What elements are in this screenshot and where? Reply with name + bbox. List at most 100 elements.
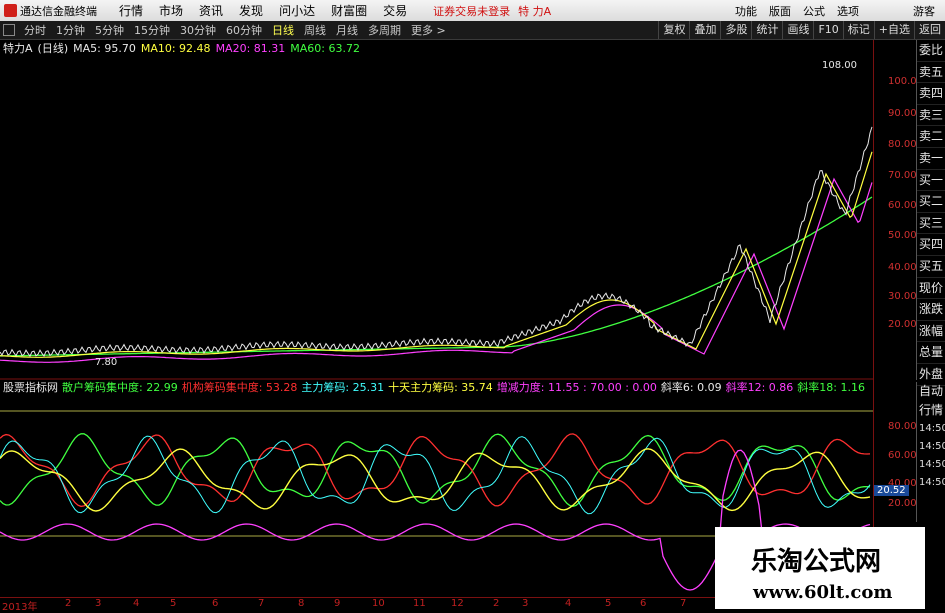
period-5min[interactable]: 5分钟 (90, 22, 129, 38)
period-daily[interactable]: 日线 (267, 22, 299, 38)
ind-slope6: 斜率6: 0.09 (660, 381, 722, 394)
guest-label[interactable]: 游客 (913, 3, 935, 19)
ind-institution: 机构筹码集中度: 53.28 (181, 381, 298, 394)
axis-label: 30.00 (888, 291, 917, 302)
menu-quotes[interactable]: 行情 (111, 2, 151, 19)
auto-label[interactable]: 自动 (917, 382, 945, 401)
ma5-line (0, 126, 873, 358)
menu-function[interactable]: 功能 (729, 3, 763, 19)
side-item: 卖五 (917, 62, 945, 84)
retail-line (0, 433, 871, 507)
mark-button[interactable]: 标记 (842, 21, 874, 39)
watermark-url: www.60lt.com (753, 582, 893, 603)
period-monthly[interactable]: 月线 (331, 22, 363, 38)
ind-force: 增减力度: 11.55 : 70.00 : 0.00 (496, 381, 657, 394)
time-tick: 3 (95, 598, 102, 609)
time-tick: 8 (298, 598, 305, 609)
statistics-button[interactable]: 统计 (751, 21, 782, 39)
menu-layout[interactable]: 版面 (763, 3, 797, 19)
period-weekly[interactable]: 周线 (299, 22, 331, 38)
time-tick: 9 (334, 598, 341, 609)
menu-wealth[interactable]: 财富圈 (323, 2, 375, 19)
time-tick: 5 (605, 598, 612, 609)
time-tick: 11 (413, 598, 426, 609)
time-entry: 14:50 (919, 423, 945, 434)
low-price-label: 7.80 (95, 357, 117, 368)
side-item: 卖三 (917, 105, 945, 127)
side-item: 卖一 (917, 148, 945, 170)
back-button[interactable]: 返回 (914, 21, 945, 39)
quote-side-panel: 委比 卖五 卖四 卖三 卖二 卖一 买一 买二 买三 买四 买五 现价 涨跌 涨… (916, 40, 945, 386)
add-watchlist-button[interactable]: +自选 (873, 21, 914, 39)
app-logo-icon (4, 4, 17, 17)
ma20-line (0, 177, 873, 363)
login-warning[interactable]: 证券交易未登录 (433, 3, 510, 19)
side-item: 涨跌 (917, 299, 945, 321)
ind-axis-label: 80.00 (888, 421, 917, 432)
time-tick: 7 (680, 598, 687, 609)
time-tick: 10 (372, 598, 385, 609)
main-menu: 行情 市场 资讯 发现 问小达 财富圈 交易 (111, 2, 415, 19)
time-tick: 4 (565, 598, 572, 609)
time-tick: 12 (451, 598, 464, 609)
period-60min[interactable]: 60分钟 (221, 22, 267, 38)
period-15min[interactable]: 15分钟 (129, 22, 175, 38)
axis-label: 50.00 (888, 230, 917, 241)
axis-label: 70.00 (888, 170, 917, 181)
toggle-box-icon[interactable] (3, 24, 15, 36)
quote-label: 行情 (919, 403, 944, 417)
time-tick: 7 (258, 598, 265, 609)
app-title: 通达信金融终端 (20, 4, 97, 18)
auto-quote-panel: 自动 行情 14:50 14:50 14:50 14:50 (916, 382, 945, 522)
restore-rights-button[interactable]: 复权 (658, 21, 689, 39)
time-tick: 2013年 (2, 602, 38, 613)
price-axis: 100.0 90.00 80.00 70.00 60.00 50.00 40.0… (873, 40, 917, 598)
side-item: 买五 (917, 256, 945, 278)
period-1min[interactable]: 1分钟 (51, 22, 90, 38)
time-entry: 14:50 (919, 477, 945, 488)
side-item: 总量 (917, 342, 945, 364)
time-tick: 5 (170, 598, 177, 609)
side-item: 买三 (917, 213, 945, 235)
axis-label: 100.0 (888, 76, 917, 87)
current-value-badge: 20.52 (874, 485, 909, 496)
kline-chart[interactable]: 108.00 7.80 (0, 40, 873, 598)
ind-slope18: 斜率18: 1.16 (797, 381, 865, 394)
indicator-name[interactable]: 股票指标网 (3, 379, 58, 395)
time-tick: 2 (493, 598, 500, 609)
axis-label: 40.00 (888, 262, 917, 273)
side-item: 现价 (917, 278, 945, 300)
time-tick: 4 (133, 598, 140, 609)
watermark-title: 乐淘公式网 (751, 547, 882, 577)
period-tick[interactable]: 分时 (19, 22, 51, 38)
toolbar-right-buttons: 复权 叠加 多股 统计 画线 F10 标记 +自选 返回 (658, 21, 945, 39)
side-item: 涨幅 (917, 321, 945, 343)
menu-trade[interactable]: 交易 (375, 2, 415, 19)
institution-line (0, 433, 871, 508)
period-toolbar: 分时 1分钟 5分钟 15分钟 30分钟 60分钟 日线 周线 月线 多周期 更… (0, 21, 945, 40)
ind-main: 主力筹码: 25.31 (301, 381, 385, 394)
menu-formula[interactable]: 公式 (797, 3, 831, 19)
ind-axis-label: 60.00 (888, 450, 917, 461)
menu-news[interactable]: 资讯 (191, 2, 231, 19)
main-chip-line (0, 435, 871, 515)
side-item: 买二 (917, 191, 945, 213)
indicator-header: 股票指标网 散户筹码集中度: 22.99 机构筹码集中度: 53.28 主力筹码… (0, 379, 865, 395)
menu-ask[interactable]: 问小达 (271, 2, 323, 19)
period-more[interactable]: 更多 > (406, 22, 451, 38)
time-tick: 3 (522, 598, 529, 609)
multi-stock-button[interactable]: 多股 (720, 21, 751, 39)
period-30min[interactable]: 30分钟 (175, 22, 221, 38)
f10-button[interactable]: F10 (813, 21, 842, 39)
time-entry: 14:50 (919, 459, 945, 470)
period-multi[interactable]: 多周期 (363, 22, 406, 38)
ind-retail: 散户筹码集中度: 22.99 (62, 381, 178, 394)
overlay-button[interactable]: 叠加 (689, 21, 720, 39)
draw-line-button[interactable]: 画线 (782, 21, 813, 39)
high-price-label: 108.00 (822, 60, 857, 71)
menu-market[interactable]: 市场 (151, 2, 191, 19)
right-menu: 功能 版面 公式 选项 (729, 3, 865, 19)
menu-options[interactable]: 选项 (831, 3, 865, 19)
menu-discover[interactable]: 发现 (231, 2, 271, 19)
stock-title: 特 力A (518, 4, 552, 18)
